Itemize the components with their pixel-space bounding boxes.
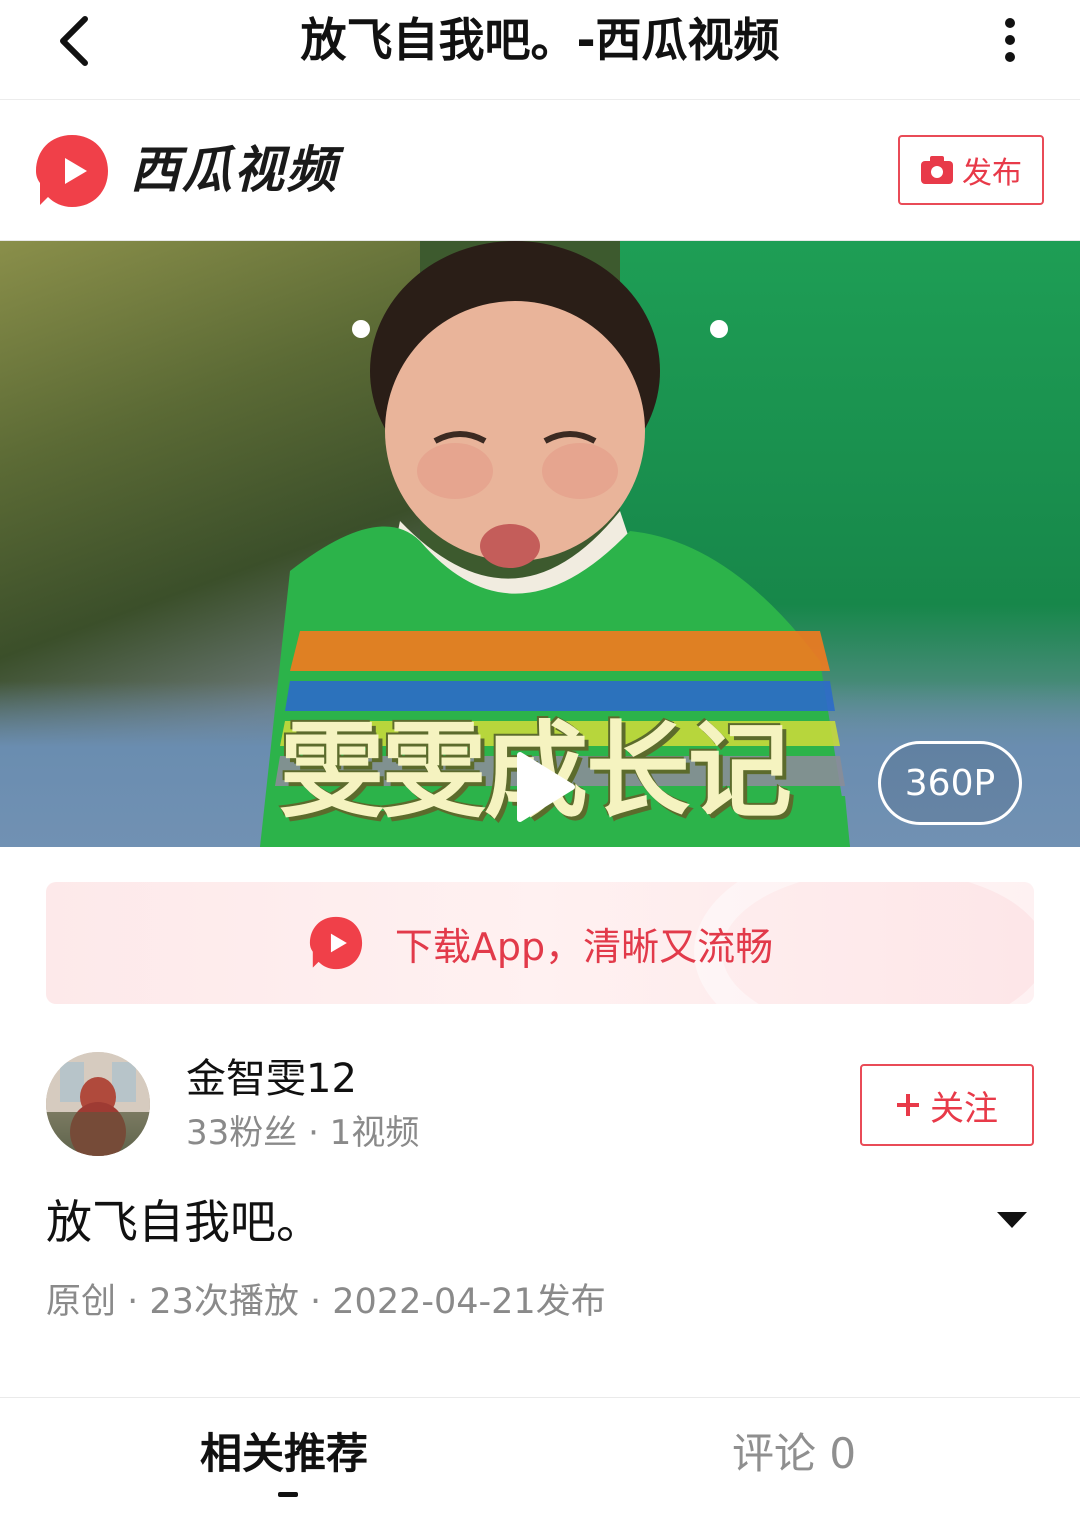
brand-header: 西瓜视频 发布 — [0, 101, 1080, 241]
vertical-dots-icon — [1005, 18, 1015, 28]
plus-icon — [897, 1094, 919, 1116]
author-stats: 33粉丝 · 1视频 — [186, 1113, 420, 1153]
download-app-banner[interactable]: 下载App，清晰又流畅 — [46, 882, 1034, 1004]
video-title: 放飞自我吧。 — [46, 1195, 322, 1249]
camera-icon — [921, 156, 953, 184]
quality-button[interactable]: 360P — [878, 741, 1022, 825]
play-icon[interactable] — [512, 751, 576, 823]
chevron-left-icon — [60, 16, 88, 66]
tab-comments[interactable]: 评论 0 — [732, 1426, 856, 1482]
tab-related[interactable]: 相关推荐 — [200, 1426, 368, 1482]
back-button[interactable] — [40, 6, 110, 76]
video-player[interactable]: 雯雯成长记 360P — [0, 241, 1080, 847]
active-tab-indicator — [278, 1492, 298, 1497]
download-banner-text: 下载App，清晰又流畅 — [394, 924, 774, 969]
page-title: 放飞自我吧。-西瓜视频 — [300, 13, 780, 67]
video-dot — [352, 320, 370, 338]
xigua-logo-icon[interactable] — [32, 131, 112, 211]
follow-button[interactable]: 关注 — [860, 1064, 1034, 1146]
video-dot — [710, 320, 728, 338]
publish-label: 发布 — [962, 156, 1022, 191]
top-nav-bar: 放飞自我吧。-西瓜视频 — [0, 0, 1080, 100]
publish-button[interactable]: 发布 — [898, 135, 1044, 205]
brand-name[interactable]: 西瓜视频 — [130, 135, 338, 205]
video-meta: 原创 · 23次播放 · 2022-04-21发布 — [46, 1282, 606, 1322]
expand-description-button[interactable] — [990, 1200, 1034, 1240]
follow-label: 关注 — [930, 1088, 998, 1129]
caret-down-icon — [997, 1212, 1027, 1228]
xigua-logo-icon — [309, 916, 362, 970]
more-options-button[interactable] — [980, 8, 1040, 72]
content-tabs: 相关推荐 评论 0 — [0, 1397, 1080, 1516]
author-avatar[interactable] — [46, 1052, 150, 1156]
author-name[interactable]: 金智雯12 — [186, 1052, 357, 1106]
